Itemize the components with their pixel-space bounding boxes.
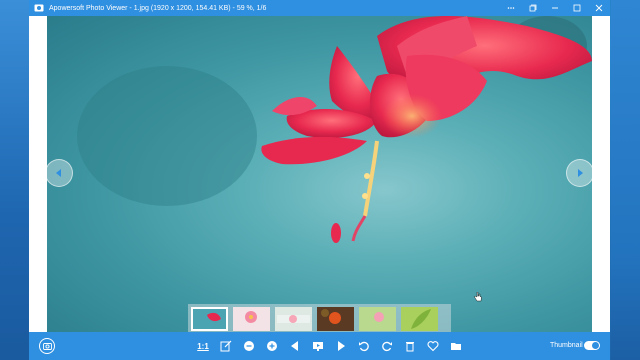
minimize-button[interactable] xyxy=(544,0,566,16)
triangle-right-icon xyxy=(338,341,345,351)
zoom-in-button[interactable] xyxy=(264,338,280,354)
toggle-knob xyxy=(592,342,599,349)
trash-icon xyxy=(406,342,414,352)
thumbnail-toggle-label: Thumbnail xyxy=(550,342,583,349)
actual-size-button[interactable]: 1:1 xyxy=(195,338,211,354)
thumbnail-green-leaves[interactable] xyxy=(401,307,438,331)
next-photo-button[interactable] xyxy=(566,159,594,187)
rotate-right-icon xyxy=(382,341,392,352)
more-icon xyxy=(507,7,515,9)
rotate-left-button[interactable] xyxy=(356,338,372,354)
delete-button[interactable] xyxy=(402,338,418,354)
thumbnail-toggle[interactable] xyxy=(584,341,600,350)
triangle-left-icon xyxy=(291,341,298,351)
rotate-right-button[interactable] xyxy=(379,338,395,354)
previous-button[interactable] xyxy=(287,338,303,354)
arrow-right-icon xyxy=(578,169,583,177)
photo-viewer-window: Apowersoft Photo Viewer - 1.jpg (1920 x … xyxy=(29,0,610,360)
app-logo-icon xyxy=(34,3,44,13)
orange-bokeh-thumb-icon xyxy=(321,309,341,324)
close-button[interactable] xyxy=(588,0,610,16)
title-bar[interactable]: Apowersoft Photo Viewer - 1.jpg (1920 x … xyxy=(29,0,610,16)
arrow-left-icon xyxy=(56,169,61,177)
edit-button[interactable] xyxy=(218,338,234,354)
zoom-in-icon xyxy=(267,341,277,351)
photo-display[interactable] xyxy=(47,16,592,332)
edit-icon xyxy=(220,340,232,352)
window-title: Apowersoft Photo Viewer - 1.jpg (1920 x … xyxy=(49,4,267,12)
restore-button[interactable] xyxy=(522,0,544,16)
pink-on-green-thumb-icon xyxy=(374,312,384,322)
thumbnail-white-blossom[interactable] xyxy=(275,307,312,331)
previous-photo-button[interactable] xyxy=(45,159,73,187)
rotate-left-icon xyxy=(359,341,369,352)
thumbnail-pink-flower[interactable] xyxy=(233,307,270,331)
window-controls xyxy=(500,0,610,16)
bottom-toolbar: 1:1 Thumbnail xyxy=(29,332,610,360)
green-leaves-thumb-icon xyxy=(411,309,431,329)
flower-photo xyxy=(77,16,592,243)
thumbnail-strip xyxy=(188,304,451,334)
folder-icon xyxy=(451,343,461,350)
slideshow-icon xyxy=(313,342,323,351)
thumbnail-red-flower[interactable] xyxy=(191,307,228,331)
zoom-out-button[interactable] xyxy=(241,338,257,354)
close-icon xyxy=(595,4,603,12)
heart-icon xyxy=(427,341,439,352)
white-blossom-thumb-icon xyxy=(277,315,310,323)
slideshow-button[interactable] xyxy=(310,338,326,354)
screenshot-button[interactable] xyxy=(39,338,55,354)
zoom-out-icon xyxy=(244,341,254,351)
thumbnail-orange-bokeh[interactable] xyxy=(317,307,354,331)
actual-size-label: 1:1 xyxy=(197,341,209,351)
more-button[interactable] xyxy=(500,0,522,16)
hand-cursor-icon xyxy=(474,292,482,302)
desktop-background-right xyxy=(611,0,640,360)
red-flower-thumb-icon xyxy=(207,312,221,322)
open-folder-button[interactable] xyxy=(448,338,464,354)
camera-icon xyxy=(42,343,52,350)
pink-flower-thumb-icon xyxy=(245,311,257,323)
restore-icon xyxy=(529,4,537,12)
minimize-icon xyxy=(552,7,558,9)
favorite-button[interactable] xyxy=(425,338,441,354)
thumbnail-pink-on-green[interactable] xyxy=(359,307,396,331)
maximize-button[interactable] xyxy=(566,0,588,16)
desktop-background-left xyxy=(0,0,29,360)
next-button[interactable] xyxy=(333,338,349,354)
maximize-icon xyxy=(573,4,581,12)
